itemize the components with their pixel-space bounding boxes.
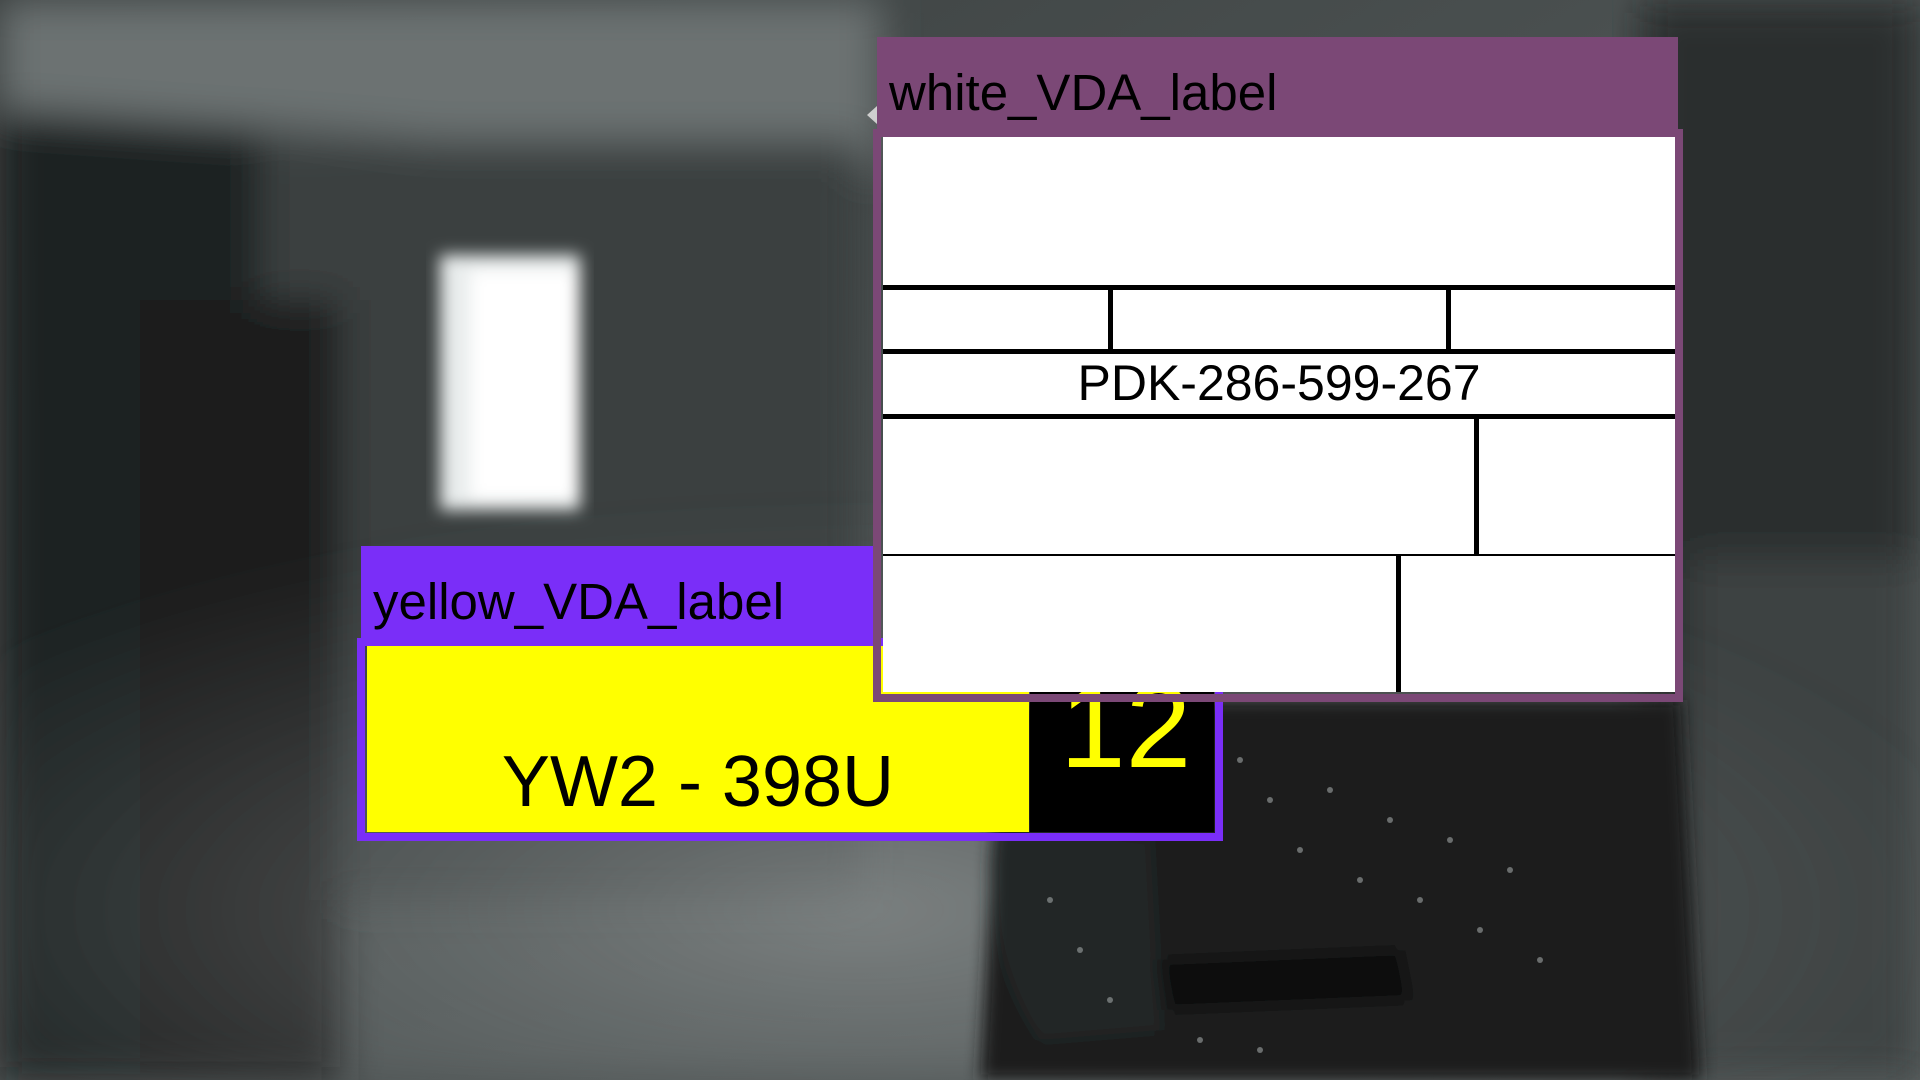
annotation-tag-white: white_VDA_label xyxy=(877,37,1678,134)
annotation-tag-yellow: yellow_VDA_label xyxy=(361,546,880,642)
screenshot-stage: white_VDA_label PDK-286-599-267 yellow_V… xyxy=(0,0,1920,1080)
pointer-notch xyxy=(867,106,877,124)
plate-rule xyxy=(1396,556,1401,692)
white-plate-lower-section xyxy=(883,556,1675,692)
